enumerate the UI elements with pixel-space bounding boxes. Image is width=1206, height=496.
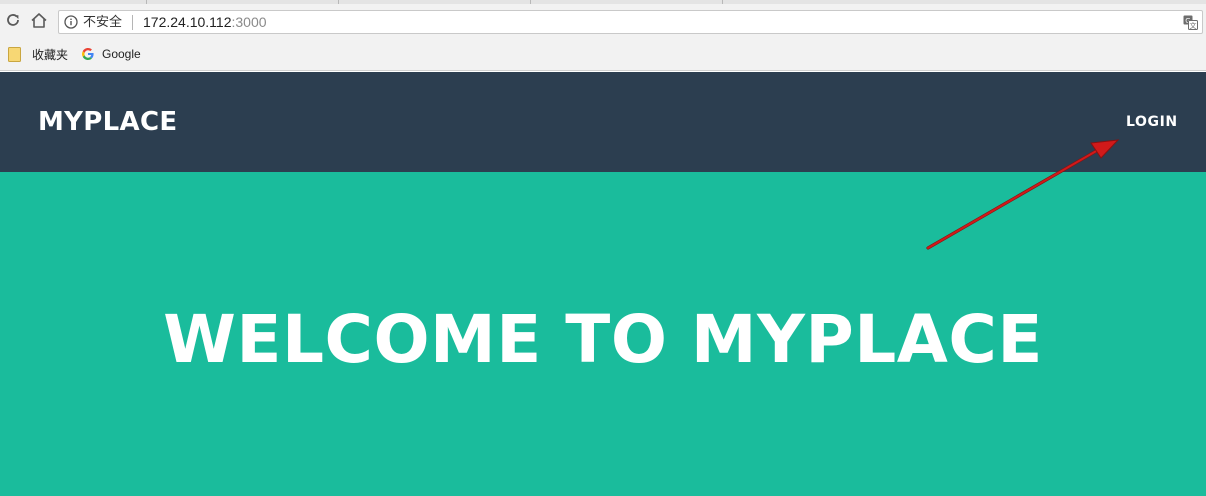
url-port: :3000 [231,14,267,30]
address-bar[interactable]: 不安全 172.24.10.112:3000 G 文 [58,10,1203,34]
url-host: 172.24.10.112 [143,14,232,30]
bookmarks-bar: 收藏夹 Google [0,38,1206,71]
google-icon [81,47,95,61]
home-icon [31,12,47,28]
bookmark-label: 收藏夹 [32,47,69,62]
site-navbar: MYPLACE LOGIN [0,72,1206,172]
hero-section: WELCOME TO MYPLACE [0,172,1206,496]
site-brand[interactable]: MYPLACE [38,107,177,137]
bookmark-label: Google [102,47,141,61]
omnibox-separator [132,15,133,30]
browser-toolbar: 不安全 172.24.10.112:3000 G 文 [0,4,1206,38]
login-link[interactable]: LOGIN [1126,114,1178,130]
bookmark-folder-favorites[interactable]: 收藏夹 [8,45,68,63]
home-button[interactable] [28,9,50,31]
translate-icon[interactable]: G 文 [1183,15,1198,30]
info-icon[interactable] [64,15,78,29]
hero-title: WELCOME TO MYPLACE [163,301,1043,378]
reload-icon [7,14,19,26]
bookmark-google[interactable]: Google [81,45,141,63]
url-text[interactable]: 172.24.10.112:3000 [143,14,267,30]
svg-text:文: 文 [1190,21,1197,30]
folder-icon [8,46,21,62]
reload-button[interactable] [2,9,24,31]
security-status-text: 不安全 [83,14,123,29]
